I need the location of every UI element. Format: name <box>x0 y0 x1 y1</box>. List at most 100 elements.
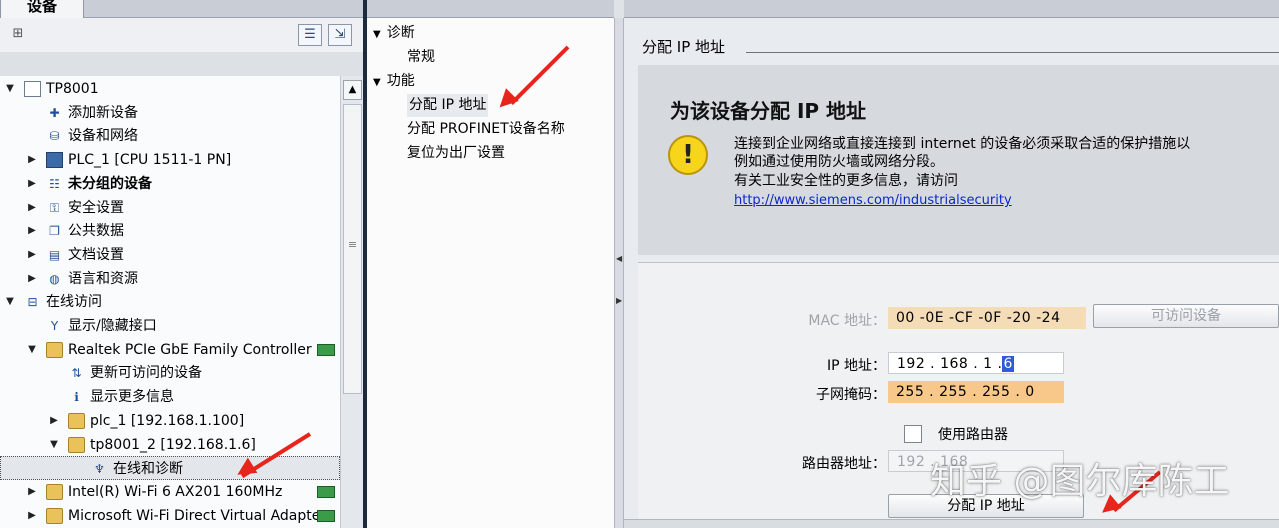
tree-item[interactable]: ♆ 在线和诊断 <box>0 456 340 481</box>
nav-item-label: 功能 <box>386 73 415 89</box>
expanded-arrow-icon[interactable]: ▼ <box>373 77 381 88</box>
tree-item-label: 公共数据 <box>68 223 124 240</box>
mac-address-field: 00 -0E -CF -0F -20 -24 <box>888 307 1086 329</box>
tree-item-label: 在线和诊断 <box>113 461 183 478</box>
nav-item-label: 常规 <box>407 49 435 65</box>
left-toolbar: ⊞ ☰ ⇲ <box>0 18 363 52</box>
interface-icon: Y <box>50 319 59 333</box>
tree-item[interactable]: ▼ Realtek PCIe GbE Family Controller <box>0 338 340 362</box>
nav-item[interactable]: ▼ 功能 <box>373 70 415 93</box>
nav-item[interactable]: 分配 PROFINET设备名称 <box>407 118 565 141</box>
add-device-icon: ✚ <box>49 105 60 120</box>
tree-item[interactable]: ▶ ☷ 未分组的设备 <box>0 172 340 196</box>
ip-address-input[interactable]: 192 . 168 . 1 .6 <box>888 352 1064 374</box>
tree-item-label: 更新可访问的设备 <box>90 365 202 382</box>
update-icon: ⇅ <box>71 366 82 381</box>
collapsed-arrow-icon[interactable]: ▶ <box>26 172 38 196</box>
tree-item-label: 显示/隐藏接口 <box>68 318 157 334</box>
project-tree-panel: 设备 ⊞ ☰ ⇲ ▼ TP8001 ✚ 添加新设备 ⛁ 设备和网络 ▶ PLC_1 [CPU … <box>0 0 363 528</box>
tree-item[interactable]: ▶ ▤ 文档设置 <box>0 243 340 267</box>
nav-item-label: 分配 IP 地址 <box>409 97 487 113</box>
collapsed-arrow-icon[interactable]: ▶ <box>26 267 38 291</box>
expand-right-icon[interactable]: ▶ <box>616 296 622 305</box>
tree-item[interactable]: ▼ ⊟ 在线访问 <box>0 290 340 314</box>
bottom-scroll-bar[interactable] <box>624 519 1279 528</box>
project-tree: ▼ TP8001 ✚ 添加新设备 ⛁ 设备和网络 ▶ PLC_1 [CPU 1511-1 PN… <box>0 76 340 528</box>
diagnostics-icon: ♆ <box>94 462 105 477</box>
tree-item[interactable]: ⇅ 更新可访问的设备 <box>0 361 340 385</box>
industrial-security-link[interactable]: http://www.siemens.com/industrialsecurit… <box>734 193 1012 208</box>
folder-icon <box>68 412 85 429</box>
tree-item[interactable]: ▶ ❐ 公共数据 <box>0 219 340 243</box>
nav-item[interactable]: 分配 IP 地址 <box>407 94 489 117</box>
tree-item[interactable]: Y 显示/隐藏接口 <box>0 314 340 338</box>
expanded-arrow-icon[interactable]: ▼ <box>373 29 381 40</box>
content-panel: 分配 IP 地址 为该设备分配 IP 地址 ! 连接到企业网络或直接连接到 in… <box>624 0 1279 528</box>
tree-item[interactable]: ▶ PLC_1 [CPU 1511-1 PN] <box>0 148 340 172</box>
collapsed-arrow-icon[interactable]: ▶ <box>26 243 38 267</box>
collapsed-arrow-icon[interactable]: ▶ <box>26 219 38 243</box>
network-icon: ⛁ <box>49 129 60 144</box>
tab-devices[interactable]: 设备 <box>0 0 84 18</box>
ip-address-label: IP 地址： <box>826 358 886 374</box>
accessible-devices-button[interactable]: 可访问设备 <box>1093 304 1279 328</box>
tree-header-gap <box>0 52 363 76</box>
page-heading: 为该设备分配 IP 地址 <box>670 99 867 123</box>
ip-address-prefix: 192 . 168 . 1 . <box>897 356 1003 372</box>
subnet-mask-input[interactable]: 255 . 255 . 255 . 0 <box>888 381 1064 403</box>
subnet-mask-label: 子网掩码： <box>816 387 886 403</box>
expanded-arrow-icon[interactable]: ▼ <box>48 433 60 457</box>
tree-item-label: 设备和网络 <box>68 128 138 145</box>
tree-item-label: 显示更多信息 <box>90 389 174 406</box>
tree-item[interactable]: ▶ ◍ 语言和资源 <box>0 267 340 291</box>
tree-item[interactable]: ▼ TP8001 <box>0 77 340 101</box>
collapse-left-icon[interactable]: ◀ <box>616 254 622 263</box>
tree-item[interactable]: ⛁ 设备和网络 <box>0 124 340 148</box>
warning-text-line-3: 有关工业安全性的更多信息，请访问 <box>734 173 958 189</box>
expanded-arrow-icon[interactable]: ▼ <box>26 338 38 362</box>
section-title: 分配 IP 地址 <box>642 36 732 57</box>
nav-item-label: 分配 PROFINET设备名称 <box>407 121 565 137</box>
tree-item[interactable]: ℹ 显示更多信息 <box>0 385 340 409</box>
network-adapter-icon <box>317 343 335 356</box>
collapsed-arrow-icon[interactable]: ▶ <box>26 148 38 172</box>
splitter-bar[interactable]: ◀ ▶ <box>614 18 624 528</box>
folder-icon <box>46 507 63 524</box>
tree-item-label: 文档设置 <box>68 246 124 263</box>
tree-item-label: 语言和资源 <box>68 270 138 287</box>
tree-item[interactable]: ✚ 添加新设备 <box>0 101 340 125</box>
warning-text-line-1: 连接到企业网络或直接连接到 internet 的设备必须采取合适的保护措施以 <box>734 136 1191 152</box>
tree-item[interactable]: ▶ ⚿ 安全设置 <box>0 196 340 220</box>
info-icon: ℹ <box>74 390 79 405</box>
tree-view-icon[interactable]: ⊞ <box>6 24 30 46</box>
nav-item[interactable]: 常规 <box>407 46 435 69</box>
collapsed-arrow-icon[interactable]: ▶ <box>26 504 38 528</box>
scroll-up-icon[interactable]: ▲ <box>343 80 362 100</box>
scroll-thumb[interactable]: ≡ <box>343 104 362 394</box>
collapsed-arrow-icon[interactable]: ▶ <box>26 480 38 504</box>
export-icon[interactable]: ⇲ <box>328 24 352 46</box>
tree-item-label: PLC_1 [CPU 1511-1 PN] <box>68 152 232 169</box>
plc-icon <box>46 152 63 169</box>
list-view-icon[interactable]: ☰ <box>298 24 322 46</box>
tree-item[interactable]: ▶ plc_1 [192.168.1.100] <box>0 409 340 433</box>
tree-scrollbar[interactable]: ▲ ≡ <box>340 76 363 528</box>
collapsed-arrow-icon[interactable]: ▶ <box>26 196 38 220</box>
function-navigation-panel: ▼ 诊断常规 ▼ 功能分配 IP 地址分配 PROFINET设备名称复位为出厂设置 <box>367 0 614 528</box>
tree-item[interactable]: ▶ Microsoft Wi-Fi Direct Virtual Adapter <box>0 504 340 528</box>
ungrouped-icon: ☷ <box>49 176 60 191</box>
expanded-arrow-icon[interactable]: ▼ <box>4 290 16 314</box>
tree-item[interactable]: ▶ Intel(R) Wi-Fi 6 AX201 160MHz <box>0 480 340 504</box>
nav-item[interactable]: ▼ 诊断 <box>373 22 415 45</box>
collapsed-arrow-icon[interactable]: ▶ <box>48 409 60 433</box>
tree-item-label: tp8001_2 [192.168.1.6] <box>90 436 256 453</box>
nav-item[interactable]: 复位为出厂设置 <box>407 142 505 165</box>
router-address-label: 路由器地址： <box>802 456 886 472</box>
use-router-checkbox[interactable] <box>904 425 922 443</box>
folder-icon <box>46 341 63 358</box>
online-access-icon: ⊟ <box>27 295 38 310</box>
mac-address-label: MAC 地址： <box>808 313 886 329</box>
content-header-bar <box>624 0 1279 18</box>
folder-icon <box>68 436 85 453</box>
expanded-arrow-icon[interactable]: ▼ <box>4 77 16 101</box>
